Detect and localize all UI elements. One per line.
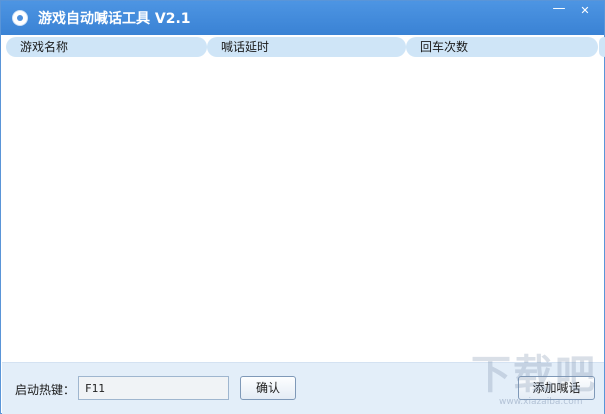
list-header: 游戏名称 喊话延时 回车次数 xyxy=(3,36,605,58)
bottom-toolbar: 启动热键： 确认 添加喊话 xyxy=(2,362,604,414)
column-header-shout-delay[interactable]: 喊话延时 xyxy=(207,37,406,57)
close-icon[interactable]: ✕ xyxy=(576,4,594,18)
add-shout-button[interactable]: 添加喊话 xyxy=(518,376,595,400)
hotkey-input[interactable] xyxy=(78,376,229,400)
column-header-enter-count[interactable]: 回车次数 xyxy=(406,37,598,57)
minimize-icon[interactable]: — xyxy=(550,2,568,18)
app-window: 游戏自动喊话工具 V2.1 — ✕ 游戏名称 喊话延时 回车次数 启动热键： 确… xyxy=(0,0,605,414)
hotkey-label: 启动热键： xyxy=(15,383,76,397)
confirm-button[interactable]: 确认 xyxy=(240,376,296,400)
column-header-extra[interactable] xyxy=(599,37,605,57)
column-header-game-name[interactable]: 游戏名称 xyxy=(6,37,207,57)
disc-app-icon xyxy=(13,11,27,25)
shout-list[interactable] xyxy=(3,59,604,361)
window-title: 游戏自动喊话工具 V2.1 xyxy=(38,11,191,27)
title-bar[interactable]: 游戏自动喊话工具 V2.1 — ✕ xyxy=(1,1,604,35)
